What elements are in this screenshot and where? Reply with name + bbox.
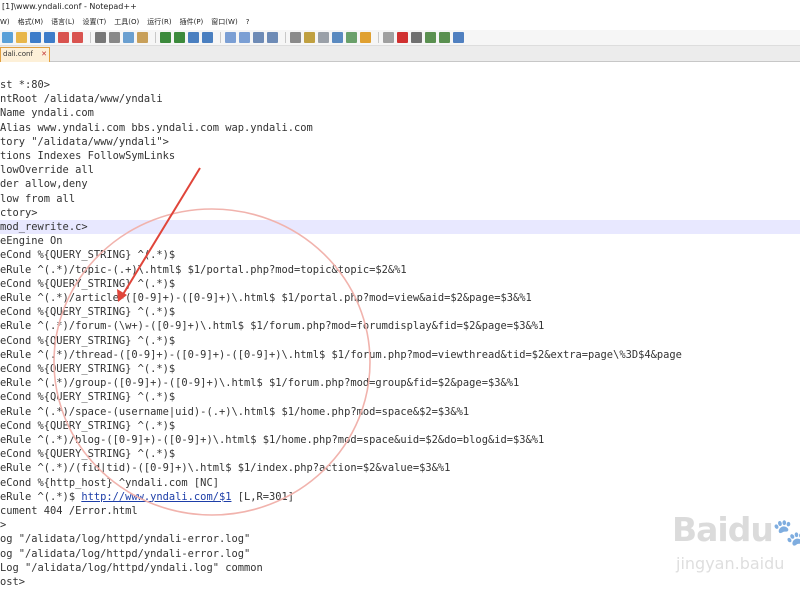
code-line: low from all — [0, 192, 76, 205]
menu-bar: W) 格式(M) 语言(L) 设置(T) 工具(O) 运行(R) 插件(P) 窗口(W)? — [0, 14, 800, 30]
toolbar-separator — [155, 32, 156, 43]
code-line: Name yndali.com — [0, 107, 94, 120]
toolbar-separator — [220, 32, 221, 43]
menu-item-2[interactable]: 语言(L) — [51, 17, 74, 27]
code-line: eRule ^(.*)/article-([0-9]+)-([0-9]+)\.h… — [0, 292, 532, 304]
code-line: der allow,deny — [0, 178, 88, 191]
code-line: eRule ^(.*)/thread-([0-9]+)-([0-9]+)-([0… — [0, 348, 682, 361]
code-line: eCond %{QUERY_STRING} ^(.*)$ — [0, 419, 176, 432]
code-line: eCond %{QUERY_STRING} ^(.*)$ — [0, 306, 176, 319]
menu-item-7[interactable]: 窗口(W) — [211, 17, 237, 27]
doc-map-icon[interactable] — [332, 32, 343, 43]
cut-icon[interactable] — [109, 32, 120, 43]
open-icon[interactable] — [16, 32, 27, 43]
watermark: Baidu🐾 jingyan.baidu — [672, 510, 800, 600]
code-line: eRule ^(.*)/forum-(\w+)-([0-9]+)\.html$ … — [0, 320, 545, 333]
function-list-icon[interactable] — [346, 32, 357, 43]
code-line: eCond %{QUERY_STRING} ^(.*)$ — [0, 277, 176, 290]
code-line: eRule ^(.*)/blog-([0-9]+)-([0-9]+)\.html… — [0, 434, 545, 446]
menu-item-8[interactable]: ? — [246, 18, 250, 26]
copy-icon[interactable] — [123, 32, 134, 43]
menu-item-3[interactable]: 设置(T) — [83, 17, 107, 27]
print-icon[interactable] — [95, 32, 106, 43]
zoom-out-icon[interactable] — [239, 32, 250, 43]
toolbar-separator — [90, 32, 91, 43]
tab-close-icon[interactable]: ✕ — [41, 48, 47, 61]
paw-icon: 🐾 — [772, 518, 800, 548]
replace-icon[interactable] — [202, 32, 213, 43]
sync-h-icon[interactable] — [267, 32, 278, 43]
code-line: eCond %{QUERY_STRING} ^(.*)$ — [0, 334, 176, 347]
monitor-icon[interactable] — [383, 32, 394, 43]
indent-guide-icon[interactable] — [318, 32, 329, 43]
url-link[interactable]: http://www.yndali.com/$1 — [81, 491, 231, 503]
window-title: [1]\www.yndali.conf - Notepad++ — [0, 0, 800, 14]
toolbar-separator — [378, 32, 379, 43]
code-line: tions Indexes FollowSymLinks — [0, 150, 176, 162]
find-icon[interactable] — [188, 32, 199, 43]
watermark-sub: jingyan.baidu — [676, 554, 785, 573]
sync-v-icon[interactable] — [253, 32, 264, 43]
code-line: eCond %{http_host} ^yndali.com [NC] — [0, 476, 219, 489]
all-chars-icon[interactable] — [304, 32, 315, 43]
close-all-icon[interactable] — [72, 32, 83, 43]
code-line: Alias www.yndali.com bbs.yndali.com wap.… — [0, 121, 313, 134]
wrap-icon[interactable] — [290, 32, 301, 43]
code-line: eEngine On — [0, 235, 63, 248]
code-line: eCond %{QUERY_STRING} ^(.*)$ — [0, 249, 176, 262]
menu-item-5[interactable]: 运行(R) — [147, 17, 171, 27]
code-line: eRule ^(.*)/(fid|tid)-([0-9]+)\.html$ $1… — [0, 462, 451, 475]
redo-icon[interactable] — [174, 32, 185, 43]
code-line: eCond %{QUERY_STRING} ^(.*)$ — [0, 363, 176, 375]
tab-label: dali.conf — [3, 50, 33, 58]
code-line: ntRoot /alidata/www/yndali — [0, 93, 163, 106]
paste-icon[interactable] — [137, 32, 148, 43]
code-line: eCond %{QUERY_STRING} ^(.*)$ — [0, 391, 176, 404]
menu-item-0[interactable]: W) — [0, 18, 10, 26]
code-line: eCond %{QUERY_STRING} ^(.*)$ — [0, 448, 176, 461]
save-icon[interactable] — [30, 32, 41, 43]
code-line: mod_rewrite.c> — [0, 220, 800, 235]
play-multi-icon[interactable] — [439, 32, 450, 43]
new-icon[interactable] — [2, 32, 13, 43]
zoom-in-icon[interactable] — [225, 32, 236, 43]
save-macro-icon[interactable] — [453, 32, 464, 43]
save-all-icon[interactable] — [44, 32, 55, 43]
code-line: st *:80> — [0, 79, 51, 91]
menu-item-1[interactable]: 格式(M) — [18, 17, 44, 27]
folder-icon[interactable] — [360, 32, 371, 43]
watermark-logo: Baidu🐾 — [672, 510, 800, 549]
record-icon[interactable] — [397, 32, 408, 43]
code-line: eRule ^(.*)/group-([0-9]+)-([0-9]+)\.htm… — [0, 377, 520, 390]
tab-file[interactable]: dali.conf ✕ — [0, 47, 50, 62]
code-line: eRule ^(.*)/topic-(.+)\.html$ $1/portal.… — [0, 263, 407, 276]
toolbar-separator — [285, 32, 286, 43]
menu-item-4[interactable]: 工具(O) — [114, 17, 139, 27]
code-line: eRule ^(.*)/space-(username|uid)-(.+)\.h… — [0, 405, 470, 418]
code-line: lowOverride all — [0, 164, 94, 177]
toolbar — [0, 30, 800, 46]
undo-icon[interactable] — [160, 32, 171, 43]
code-line: eRule ^(.*)$ http://www.yndali.com/$1 [L… — [0, 490, 295, 503]
code-line: ctory> — [0, 206, 38, 219]
stop-icon[interactable] — [411, 32, 422, 43]
code-line: tory "/alidata/www/yndali"> — [0, 135, 169, 148]
tab-bar: dali.conf ✕ — [0, 46, 800, 62]
play-icon[interactable] — [425, 32, 436, 43]
close-icon[interactable] — [58, 32, 69, 43]
menu-item-6[interactable]: 插件(P) — [180, 17, 204, 27]
